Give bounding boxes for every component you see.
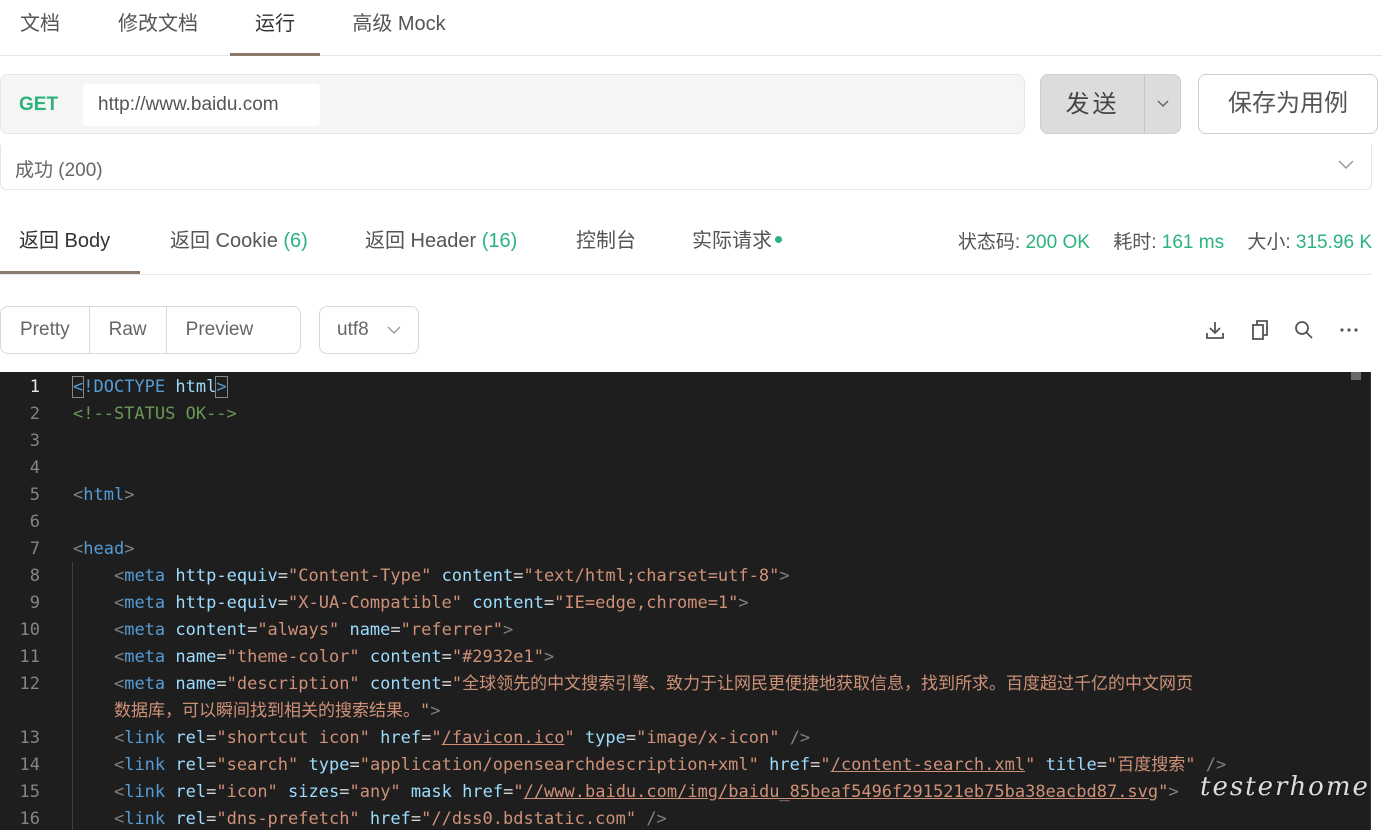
chevron-down-icon (1157, 100, 1169, 108)
tab-label: 实际请求 (692, 230, 772, 252)
code-line: <!--STATUS OK--> (73, 404, 237, 424)
response-status-bar[interactable]: 成功 (200) (0, 145, 1372, 190)
save-as-case-button[interactable]: 保存为用例 (1198, 74, 1378, 134)
encoding-select[interactable]: utf8 (319, 306, 419, 354)
time-value: 161 ms (1161, 232, 1225, 253)
more-icon[interactable] (1337, 318, 1361, 342)
view-raw-button[interactable]: Raw (90, 307, 167, 353)
send-button[interactable]: 发送 (1040, 74, 1144, 134)
response-status-text: 成功 (200) (15, 160, 103, 181)
http-method[interactable]: GET (19, 75, 58, 135)
encoding-value: utf8 (337, 319, 369, 340)
tab-count: (6) (283, 230, 308, 252)
status-code-label: 状态码: (957, 232, 1021, 253)
request-bar: GET http://www.baidu.com (0, 74, 1025, 134)
code-line: <meta name="description" content="全球领先的中… (113, 674, 1194, 694)
tab-advanced-mock[interactable]: 高级 Mock (340, 0, 458, 56)
top-tab-bar: 文档 修改文档 运行 高级 Mock (0, 0, 1382, 56)
search-icon[interactable] (1292, 318, 1316, 342)
response-tab-bar: 返回 Body 返回 Cookie (6) 返回 Header (16) 控制台… (0, 212, 1372, 275)
code-line: <link rel="icon" sizes="any" mask href="… (113, 782, 1179, 802)
tab-label: 返回 Body (19, 230, 111, 252)
send-options-dropdown[interactable] (1144, 74, 1181, 134)
chevron-down-icon (387, 326, 401, 334)
line-number: 8 (29, 566, 40, 586)
status-dot-icon (775, 236, 782, 244)
code-line: 数据库，可以瞬间找到相关的搜索结果。"> (113, 701, 441, 721)
response-code-editor[interactable]: testerhome.com 1<!DOCTYPE html>2<!--STAT… (0, 372, 1371, 830)
line-number: 9 (29, 593, 40, 613)
chevron-down-icon[interactable] (1337, 159, 1355, 171)
line-number: 13 (19, 728, 40, 748)
tab-actual-request[interactable]: 实际请求 (692, 212, 782, 274)
code-line: <meta name="theme-color" content="#2932e… (113, 647, 555, 667)
line-number: 15 (19, 782, 40, 802)
response-metrics: 状态码: 200 OK 耗时: 161 ms 大小: 315.96 K (958, 212, 1372, 274)
size-label: 大小: (1247, 232, 1291, 253)
tab-response-header[interactable]: 返回 Header (16) (365, 212, 517, 274)
code-line: <link rel="shortcut icon" href="/favicon… (113, 728, 811, 748)
view-pretty-button[interactable]: Pretty (1, 307, 90, 353)
line-number: 6 (29, 512, 40, 532)
line-number: 5 (29, 485, 40, 505)
code-line: <meta http-equiv="X-UA-Compatible" conte… (113, 593, 749, 613)
tab-label: 控制台 (576, 230, 636, 252)
code-line: <html> (73, 485, 135, 505)
status-code-value: 200 OK (1025, 232, 1090, 253)
code-line: <meta content="always" name="referrer"> (113, 620, 514, 640)
scrollbar-thumb[interactable] (1351, 372, 1361, 380)
size-value: 315.96 K (1295, 232, 1372, 253)
download-icon[interactable] (1203, 318, 1227, 342)
view-mode-group: Pretty Raw Preview (0, 306, 301, 354)
view-preview-button[interactable]: Preview (167, 307, 273, 353)
code-line: <link rel="search" type="application/ope… (113, 755, 1227, 775)
tab-edit-docs[interactable]: 修改文档 (104, 0, 212, 56)
tab-count: (16) (481, 230, 518, 252)
line-number: 7 (29, 539, 40, 559)
time-label: 耗时: (1113, 232, 1157, 253)
line-number: 2 (29, 404, 40, 424)
tab-console[interactable]: 控制台 (576, 212, 636, 274)
tab-response-body[interactable]: 返回 Body (0, 212, 140, 274)
tab-docs[interactable]: 文档 (0, 0, 80, 56)
code-line: <link rel="dns-prefetch" href="//dss0.bd… (113, 809, 667, 829)
line-number: 1 (29, 377, 40, 397)
copy-icon[interactable] (1248, 318, 1272, 342)
code-line: <head> (73, 539, 135, 559)
scrollbar-track[interactable] (1370, 372, 1371, 830)
line-number: 16 (19, 809, 40, 829)
line-number: 4 (29, 458, 40, 478)
line-number: 10 (19, 620, 40, 640)
code-line: <meta http-equiv="Content-Type" content=… (113, 566, 790, 586)
code-line: <!DOCTYPE html> (71, 376, 228, 398)
url-input[interactable]: http://www.baidu.com (83, 84, 320, 126)
tab-label: 返回 Header (365, 230, 477, 252)
tab-response-cookie[interactable]: 返回 Cookie (6) (170, 212, 308, 274)
line-number: 3 (29, 431, 40, 451)
tab-run[interactable]: 运行 (230, 0, 320, 56)
line-number: 11 (19, 647, 40, 667)
line-number: 12 (19, 674, 40, 694)
tab-label: 返回 Cookie (170, 230, 278, 252)
line-number: 14 (19, 755, 40, 775)
